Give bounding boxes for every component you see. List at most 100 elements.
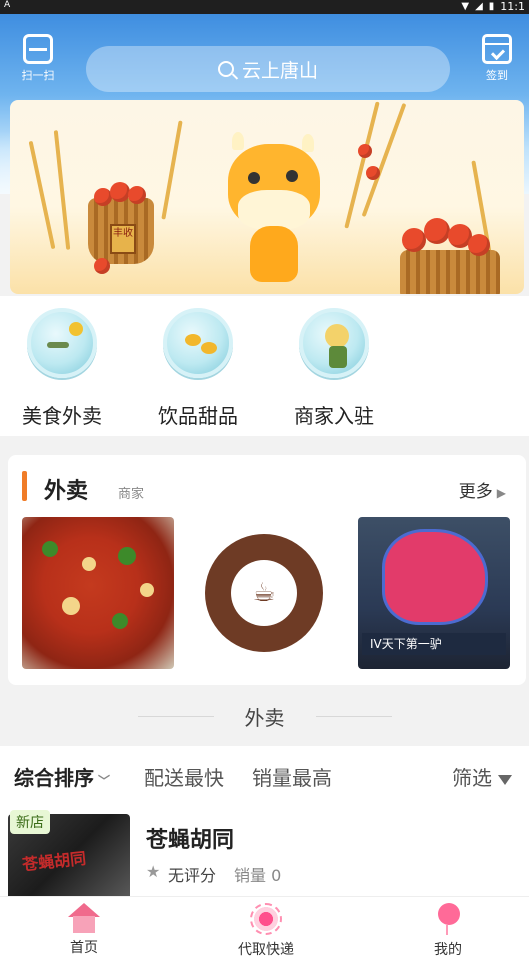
star-icon: ★ (146, 862, 161, 881)
food-delivery-icon (27, 308, 97, 378)
promo-banner[interactable]: 丰收 (10, 100, 524, 294)
cow-face (238, 190, 310, 230)
featured-panel: 外卖 商家 更多 ▶ ☕ IV天下第一驴 (8, 455, 526, 685)
calendar-check-icon (482, 34, 512, 64)
wheat-stalk (28, 140, 56, 250)
bottom-tab-bar: 首页 代取快递 我的 (0, 896, 529, 967)
sort-bar: 综合排序 ﹀ 配送最快 销量最高 筛选 (0, 746, 529, 804)
battery-icon: ▮ (488, 1, 495, 12)
flower-deco (69, 322, 83, 336)
leaf-deco (201, 342, 217, 354)
panel-accent-bar (22, 471, 27, 501)
filter-icon (498, 775, 512, 785)
food-deco (112, 613, 128, 629)
store-name: 苍蝇胡同 (146, 828, 235, 853)
tab-label: 代取快递 (238, 942, 294, 958)
sort-comprehensive[interactable]: 综合排序 ﹀ (14, 762, 110, 791)
persimmon (424, 218, 450, 244)
coffee-cup-icon: ☕ (231, 560, 297, 626)
fruit-basket-right (400, 250, 500, 294)
category-label: 商家入驻 (294, 404, 374, 428)
persimmon (366, 166, 380, 180)
scan-icon (23, 34, 53, 64)
wheat-stalk (161, 120, 183, 220)
food-deco (62, 597, 80, 615)
category-food-delivery[interactable]: 美食外卖 (12, 308, 112, 429)
category-merchant-join[interactable]: 商家入驻 (284, 308, 384, 429)
tab-label: 首页 (70, 940, 98, 956)
scarecrow-body (329, 346, 347, 368)
merchant-thumb-coffee[interactable]: ☕ (188, 517, 340, 669)
merchant-join-icon (299, 308, 369, 378)
filter-label: 筛选 (452, 766, 492, 790)
filter-button[interactable]: 筛选 (452, 762, 512, 791)
category-grid: 美食外卖 饮品甜品 商家入驻 (0, 296, 529, 436)
wheat-stalk (361, 102, 407, 218)
scan-button[interactable]: 扫一扫 (16, 34, 60, 94)
drinks-desserts-icon (163, 308, 233, 378)
tab-profile[interactable]: 我的 (398, 903, 498, 959)
section-title: 外卖 (244, 706, 285, 730)
harvest-tag: 丰收 (110, 224, 136, 254)
home-icon (68, 903, 100, 933)
cow-horn (302, 134, 314, 152)
sign-in-button[interactable]: 签到 (477, 34, 517, 94)
cow-eye (286, 170, 298, 182)
search-icon (217, 61, 234, 77)
panel-title: 外卖 (44, 479, 89, 504)
search-placeholder: 云上唐山 (241, 59, 318, 82)
store-sales: 销量 0 (234, 866, 282, 885)
coffee-logo: ☕ (205, 534, 323, 652)
store-rating: 无评分 (168, 866, 217, 885)
chevron-down-icon: ﹀ (98, 774, 111, 788)
tab-label: 我的 (434, 942, 462, 958)
persimmon (110, 182, 130, 202)
wheat-stalk (344, 101, 380, 229)
merchant-thumb-spicy-dish[interactable] (22, 517, 174, 669)
sort-label: 综合排序 (14, 766, 94, 790)
donkey-sign-text: IV天下第一驴 (362, 633, 506, 655)
search-bar[interactable]: 云上唐山 (86, 46, 450, 92)
play-arrow-icon: ▶ (496, 486, 506, 500)
profile-icon (432, 903, 464, 935)
status-bar: A ▼ ◢ ▮ 11:1 (0, 0, 529, 14)
cow-eye (248, 172, 260, 184)
scan-label: 扫一扫 (21, 69, 55, 82)
more-link[interactable]: 更多 ▶ (459, 477, 506, 502)
scarecrow-head (325, 324, 349, 348)
section-divider: 外卖 (0, 690, 529, 742)
donkey-sign-art (382, 529, 488, 625)
wifi-icon: ▼ (461, 1, 470, 12)
sort-top-sales[interactable]: 销量最高 (252, 762, 332, 791)
status-right: ▼ ◢ ▮ 11:1 (461, 0, 525, 13)
branch-deco (47, 342, 69, 348)
persimmon (358, 144, 372, 158)
sign-in-label: 签到 (486, 69, 508, 82)
express-icon (250, 903, 282, 935)
persimmon (402, 228, 426, 252)
persimmon (94, 258, 110, 274)
persimmon (128, 186, 146, 204)
tab-home[interactable]: 首页 (34, 903, 134, 957)
food-deco (82, 557, 96, 571)
tab-express-pickup[interactable]: 代取快递 (216, 903, 316, 959)
more-label: 更多 (458, 482, 493, 502)
category-drinks-desserts[interactable]: 饮品甜品 (148, 308, 248, 429)
food-deco (118, 547, 136, 565)
panel-subtitle: 商家 (118, 487, 145, 502)
status-app-glyph: A (4, 0, 11, 10)
leaf-deco (185, 334, 201, 346)
status-time: 11:1 (500, 0, 525, 13)
store-image-text: 苍蝇胡同 (21, 848, 87, 875)
wheat-stalk (53, 130, 71, 250)
food-deco (140, 583, 154, 597)
category-label: 美食外卖 (22, 404, 102, 428)
store-list-item[interactable]: 苍蝇胡同 苍蝇胡同 ★ 无评分 销量 0 (0, 804, 529, 904)
merchant-thumb-donkey[interactable]: IV天下第一驴 (358, 517, 510, 669)
new-store-badge: 新店 (10, 810, 50, 834)
persimmon (468, 234, 490, 256)
cow-body (250, 226, 298, 282)
signal-icon: ◢ (475, 1, 483, 12)
sort-fastest-delivery[interactable]: 配送最快 (144, 762, 224, 791)
cow-horn (232, 132, 244, 150)
